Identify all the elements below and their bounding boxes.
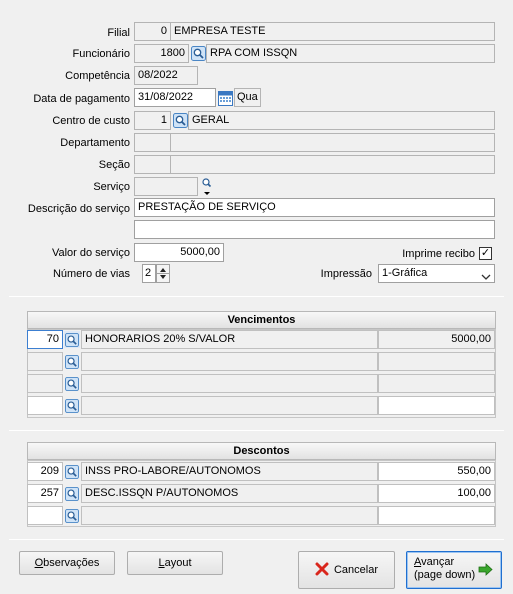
data-pagamento-label: Data de pagamento — [33, 93, 130, 105]
search-icon[interactable] — [172, 112, 188, 129]
vencimento-value-cell[interactable] — [378, 352, 495, 371]
spin-up-icon — [160, 268, 166, 272]
vencimento-code-cell[interactable]: 70 — [27, 330, 63, 349]
cancelar-button[interactable]: Cancelar — [298, 551, 395, 589]
layout-button[interactable]: Layout — [127, 551, 223, 575]
vencimento-desc-cell: HONORARIOS 20% S/VALOR — [81, 330, 378, 349]
descricao-field-line2[interactable] — [134, 220, 495, 239]
descricao-field-line1[interactable]: PRESTAÇÃO DE SERVIÇO — [134, 198, 495, 217]
vencimento-code-cell[interactable] — [27, 396, 63, 415]
descricao-label: Descrição do serviço — [27, 203, 130, 215]
secao-label: Seção — [98, 159, 130, 171]
desconto-code-cell[interactable]: 257 — [27, 484, 63, 503]
filial-label: Filial — [107, 27, 130, 39]
servico-label: Serviço — [93, 181, 130, 193]
impressao-value: 1-Gráfica — [382, 267, 428, 279]
divider — [9, 539, 504, 540]
secao-code-field[interactable] — [134, 155, 171, 174]
departamento-name-field — [170, 133, 495, 152]
centro-custo-code-field[interactable]: 1 — [134, 111, 171, 130]
funcionario-code-field[interactable]: 1800 — [134, 44, 189, 63]
vencimento-code-cell[interactable] — [27, 374, 63, 393]
vencimentos-header: Vencimentos — [27, 311, 496, 329]
search-icon[interactable] — [64, 485, 80, 502]
centro-custo-label: Centro de custo — [52, 115, 130, 127]
servico-field[interactable] — [134, 177, 198, 196]
search-dropdown-icon[interactable] — [200, 177, 214, 197]
search-icon[interactable] — [190, 45, 206, 62]
vencimento-value-cell[interactable]: 5000,00 — [378, 330, 495, 349]
desconto-value-cell[interactable]: 100,00 — [378, 484, 495, 503]
weekday-field: Qua — [234, 88, 261, 107]
vencimento-desc-cell — [81, 396, 378, 415]
data-pagamento-field[interactable]: 31/08/2022 — [134, 88, 216, 107]
divider — [9, 430, 504, 431]
chevron-down-icon — [481, 270, 491, 282]
valor-field[interactable]: 5000,00 — [134, 243, 224, 262]
valor-label: Valor do serviço — [51, 247, 130, 259]
secao-name-field — [170, 155, 495, 174]
search-icon[interactable] — [64, 463, 80, 480]
cancelar-label: Cancelar — [333, 564, 379, 576]
departamento-label: Departamento — [60, 137, 130, 149]
vencimento-code-cell[interactable] — [27, 352, 63, 371]
vencimento-value-cell[interactable] — [378, 396, 495, 415]
vias-label: Número de vias — [52, 268, 130, 280]
search-icon[interactable] — [64, 397, 80, 414]
spin-down-icon — [160, 275, 166, 279]
funcionario-name-field: RPA COM ISSQN — [206, 44, 495, 63]
search-icon[interactable] — [64, 353, 80, 370]
impressao-select[interactable]: 1-Gráfica — [378, 264, 495, 283]
impressao-label: Impressão — [320, 268, 372, 280]
cancel-x-icon — [315, 562, 329, 579]
competencia-field[interactable]: 08/2022 — [134, 66, 198, 85]
descontos-header: Descontos — [27, 442, 496, 460]
vencimento-value-cell[interactable] — [378, 374, 495, 393]
funcionario-label: Funcionário — [72, 48, 130, 60]
desconto-desc-cell: DESC.ISSQN P/AUTONOMOS — [81, 484, 378, 503]
imprime-recibo-checkbox[interactable]: ✓ — [479, 247, 492, 260]
observacoes-label: bservações — [43, 557, 100, 569]
search-icon[interactable] — [64, 375, 80, 392]
arrow-right-icon — [478, 563, 493, 579]
search-icon[interactable] — [64, 331, 80, 348]
vencimento-desc-cell — [81, 374, 378, 393]
imprime-recibo-label: Imprime recibo — [402, 248, 475, 260]
centro-custo-name-field: GERAL — [188, 111, 495, 130]
vias-field[interactable]: 2 — [142, 264, 156, 283]
filial-name-field: EMPRESA TESTE — [170, 22, 495, 41]
desconto-desc-cell — [81, 506, 378, 525]
layout-label: ayout — [164, 557, 192, 569]
search-icon[interactable] — [64, 507, 80, 524]
observacoes-button[interactable]: Observações — [19, 551, 115, 575]
vias-spinner[interactable] — [156, 264, 170, 283]
desconto-value-cell[interactable] — [378, 506, 495, 525]
desconto-value-cell[interactable]: 550,00 — [378, 462, 495, 481]
avancar-button[interactable]: Avançar (page down) — [406, 551, 502, 589]
divider — [9, 296, 504, 297]
desconto-desc-cell: INSS PRO-LABORE/AUTONOMOS — [81, 462, 378, 481]
desconto-code-cell[interactable] — [27, 506, 63, 525]
filial-code-field[interactable]: 0 — [134, 22, 171, 41]
departamento-code-field[interactable] — [134, 133, 171, 152]
observacoes-accel: O — [34, 557, 44, 569]
competencia-label: Competência — [65, 70, 130, 82]
avancar-label: vançar — [421, 556, 455, 568]
vencimento-desc-cell — [81, 352, 378, 371]
desconto-code-cell[interactable]: 209 — [27, 462, 63, 481]
calendar-icon[interactable] — [218, 89, 233, 106]
